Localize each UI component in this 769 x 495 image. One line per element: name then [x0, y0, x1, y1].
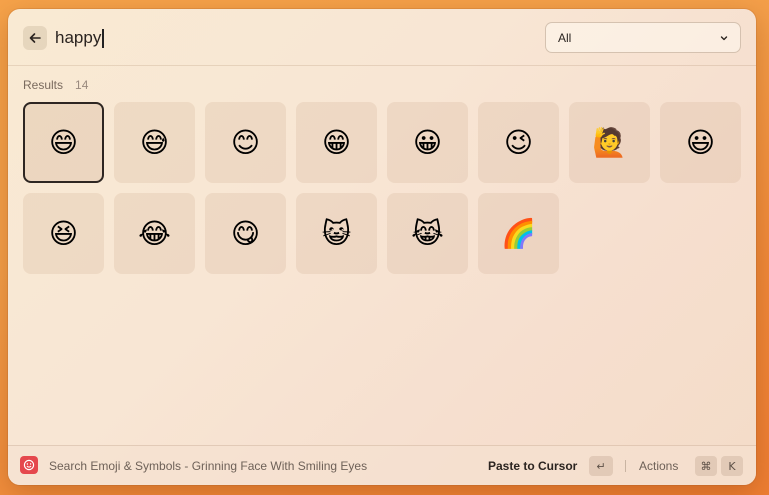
emoji-glyph: 😊: [230, 126, 261, 159]
emoji-glyph: 😆: [48, 217, 79, 250]
back-button[interactable]: [23, 26, 47, 50]
emoji-cell[interactable]: 🙋: [569, 102, 650, 183]
emoji-cell[interactable]: 😀: [387, 102, 468, 183]
search-bar: happy All: [8, 9, 756, 66]
footer-title: Search Emoji & Symbols - Grinning Face W…: [49, 459, 368, 473]
return-key-shortcut: ↵: [589, 456, 613, 476]
emoji-cell[interactable]: 😃: [660, 102, 741, 183]
emoji-cell[interactable]: 😊: [205, 102, 286, 183]
emoji-glyph: 😀: [412, 126, 443, 159]
command-key-shortcut: ⌘: [695, 456, 717, 476]
emoji-glyph: 😹: [411, 217, 444, 250]
paste-to-cursor-button[interactable]: Paste to Cursor: [488, 459, 577, 473]
emoji-cell[interactable]: 😄: [23, 102, 104, 183]
emoji-cell[interactable]: 😂: [114, 193, 195, 274]
emoji-cell[interactable]: 😋: [205, 193, 286, 274]
emoji-glyph: 😄: [48, 126, 79, 159]
actions-button[interactable]: Actions: [639, 459, 678, 473]
category-filter-dropdown[interactable]: All: [545, 22, 741, 53]
footer-divider: [625, 460, 626, 472]
search-input[interactable]: happy: [55, 26, 525, 50]
emoji-cell[interactable]: 😉: [478, 102, 559, 183]
arrow-left-icon: [29, 33, 41, 43]
results-count: 14: [75, 78, 89, 92]
filter-selected-value: All: [558, 30, 572, 45]
emoji-glyph: 😂: [138, 217, 171, 250]
results-label: Results: [23, 78, 64, 92]
emoji-glyph: 😉: [503, 126, 534, 159]
emoji-picker-window: happy All Results 14 😄 😅 😊 😁 😀 😉 🙋 😃 😆 😂 😋 😺 😹 🌈 Searc…: [8, 9, 756, 485]
emoji-glyph: 😺: [321, 217, 352, 250]
chevron-down-icon: [720, 36, 728, 41]
emoji-smile-icon: [20, 456, 38, 474]
search-query: happy: [55, 28, 102, 47]
emoji-cell[interactable]: 😹: [387, 193, 468, 274]
emoji-cell[interactable]: 😺: [296, 193, 377, 274]
emoji-cell[interactable]: 😆: [23, 193, 104, 274]
emoji-grid: 😄 😅 😊 😁 😀 😉 🙋 😃 😆 😂 😋 😺 😹 🌈: [23, 102, 741, 274]
emoji-glyph: 🙋: [592, 126, 627, 159]
emoji-cell[interactable]: 😁: [296, 102, 377, 183]
emoji-glyph: 😋: [230, 217, 261, 250]
emoji-cell[interactable]: 🌈: [478, 193, 559, 274]
results-header: Results 14: [23, 78, 88, 92]
emoji-cell[interactable]: 😅: [114, 102, 195, 183]
text-caret: [102, 28, 104, 48]
emoji-glyph: 😃: [685, 126, 716, 159]
k-key-shortcut: K: [721, 456, 743, 476]
emoji-glyph: 😁: [321, 126, 352, 159]
emoji-glyph: 😅: [139, 126, 170, 159]
action-bar: Search Emoji & Symbols - Grinning Face W…: [8, 445, 756, 485]
emoji-glyph: 🌈: [501, 217, 536, 250]
